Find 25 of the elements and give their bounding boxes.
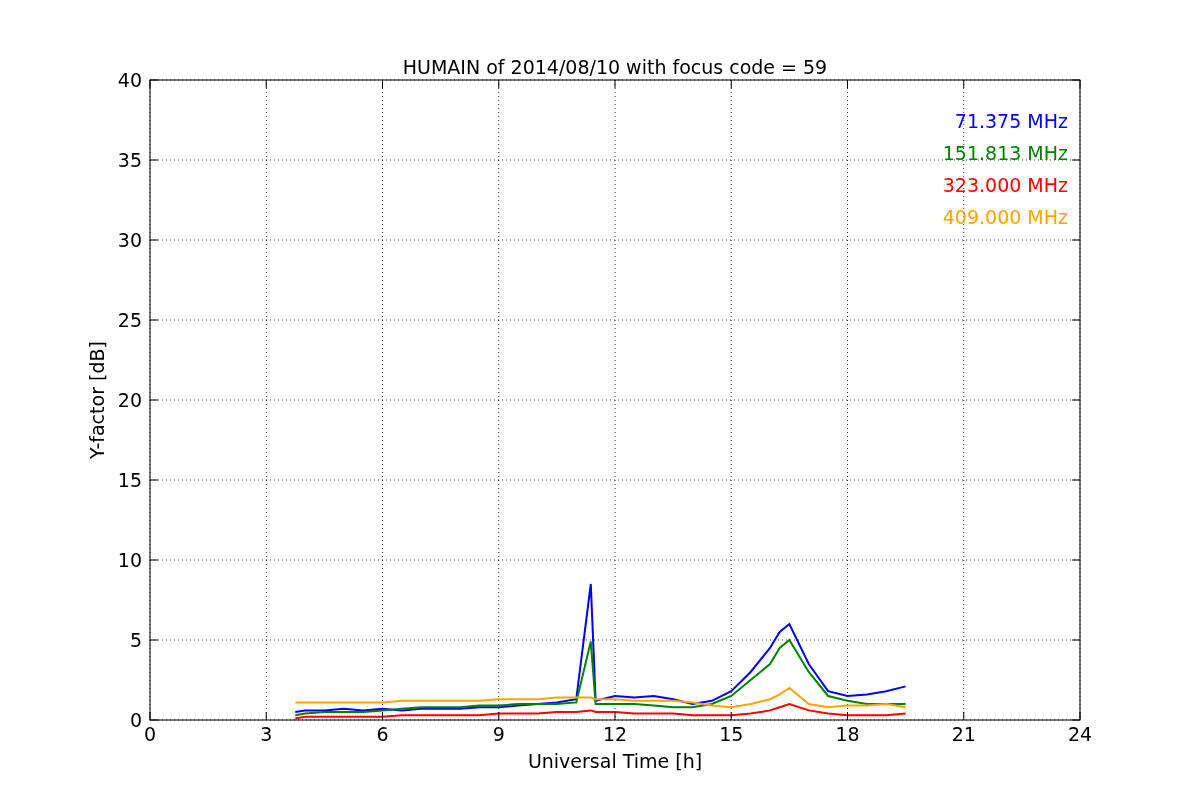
x-tick-label: 3	[260, 723, 273, 745]
y-tick-label: 35	[117, 149, 142, 171]
y-axis-label: Y-factor [dB]	[86, 341, 108, 459]
y-tick-label: 30	[117, 229, 142, 251]
x-tick-label: 9	[492, 723, 505, 745]
y-tick-label: 40	[117, 69, 142, 91]
y-tick-label: 10	[117, 549, 142, 571]
series-label: 323.000 MHz	[942, 174, 1068, 196]
y-tick-label: 25	[117, 309, 142, 331]
y-tick-label: 20	[117, 389, 142, 411]
series-label: 151.813 MHz	[942, 142, 1068, 164]
y-tick-label: 15	[117, 469, 142, 491]
x-tick-label: 12	[602, 723, 628, 745]
series-label: 71.375 MHz	[954, 110, 1068, 132]
x-tick-label: 21	[951, 723, 976, 745]
x-tick-label: 18	[835, 723, 860, 745]
x-tick-label: 24	[1067, 723, 1093, 745]
y-tick-label: 5	[129, 629, 142, 651]
x-axis-label: Universal Time [h]	[527, 750, 703, 772]
series-label: 409.000 MHz	[942, 206, 1068, 228]
chart-title: HUMAIN of 2014/08/10 with focus code = 59	[402, 56, 828, 78]
x-tick-label: 6	[376, 723, 389, 745]
y-tick-label: 0	[129, 709, 142, 731]
x-tick-label: 15	[719, 723, 744, 745]
x-tick-label: 0	[143, 723, 157, 745]
